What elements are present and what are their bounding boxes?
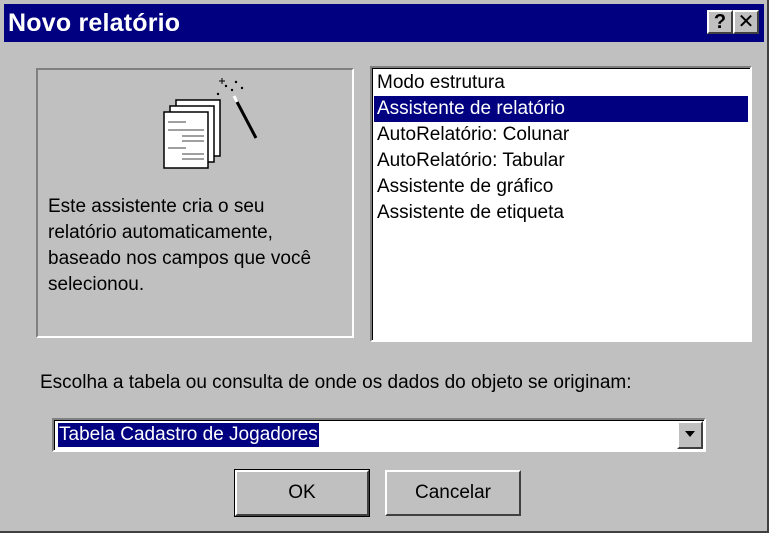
list-item-design-view[interactable]: Modo estrutura [374, 70, 748, 96]
source-prompt-label: Escolha a tabela ou consulta de onde os … [40, 372, 632, 393]
chevron-down-icon [685, 431, 695, 437]
report-wizard-icon [163, 78, 258, 169]
dropdown-button[interactable] [677, 421, 703, 449]
new-report-dialog: Novo relatório ? ✕ Este assistente cria … [0, 0, 769, 533]
report-type-list[interactable]: Modo estrutura Assistente de relatório A… [370, 66, 752, 342]
source-table-combobox[interactable]: Tabela Cadastro de Jogadores [52, 418, 706, 452]
close-icon: ✕ [737, 11, 755, 33]
help-button[interactable]: ? [707, 10, 733, 34]
list-item-autoreport-tabular[interactable]: AutoRelatório: Tabular [374, 148, 748, 174]
ok-button[interactable]: OK [234, 469, 370, 517]
wizard-preview-panel: Este assistente cria o seu relatório aut… [36, 68, 354, 338]
dialog-title: Novo relatório [8, 9, 181, 37]
question-mark-icon: ? [713, 11, 727, 33]
cancel-button[interactable]: Cancelar [385, 470, 521, 516]
source-table-value: Tabela Cadastro de Jogadores [58, 423, 319, 447]
list-item-label-wizard[interactable]: Assistente de etiqueta [374, 200, 748, 226]
title-bar[interactable]: Novo relatório ? ✕ [4, 4, 764, 42]
wizard-description: Este assistente cria o seu relatório aut… [48, 196, 312, 295]
list-item-chart-wizard[interactable]: Assistente de gráfico [374, 174, 748, 200]
list-item-autoreport-columnar[interactable]: AutoRelatório: Colunar [374, 122, 748, 148]
list-item-report-wizard[interactable]: Assistente de relatório [374, 96, 748, 122]
close-button[interactable]: ✕ [733, 10, 759, 34]
report-type-items: Modo estrutura Assistente de relatório A… [374, 70, 748, 226]
